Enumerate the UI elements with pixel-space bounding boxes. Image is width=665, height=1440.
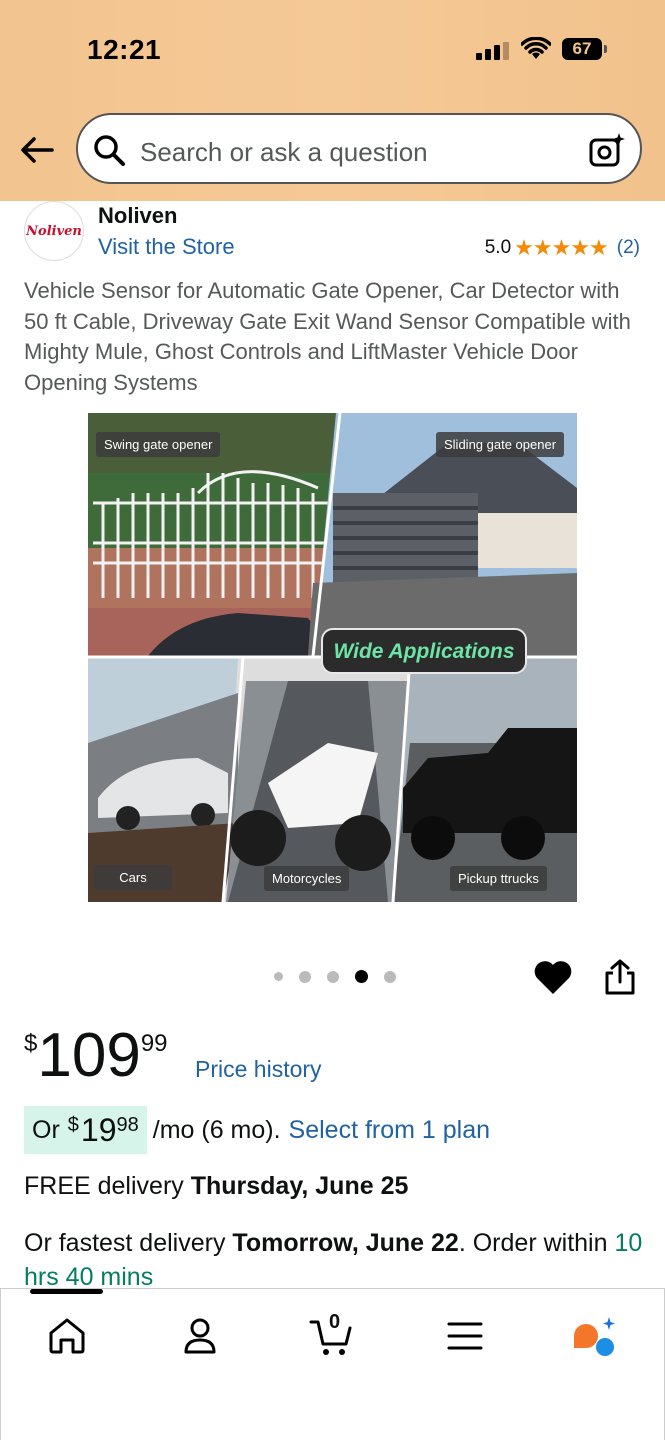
back-arrow-icon[interactable] bbox=[18, 130, 58, 170]
fastest-delivery-suffix: . Order bbox=[458, 1229, 537, 1257]
label-wide-applications: Wide Applications bbox=[321, 628, 527, 674]
rating-value: 5.0 bbox=[484, 237, 512, 258]
label-swing-gate: Swing gate opener bbox=[96, 432, 221, 457]
fastest-delivery-label: Or fastest delivery bbox=[24, 1229, 226, 1257]
carousel-dot[interactable] bbox=[299, 970, 311, 983]
carousel-dot[interactable] bbox=[384, 970, 396, 983]
product-title: Vehicle Sensor for Automatic Gate Opener… bbox=[24, 278, 631, 395]
monthly-suffix: /mo (6 mo). bbox=[152, 1115, 281, 1144]
fastest-delivery: Or fastest delivery Tomorrow, June 22. O… bbox=[24, 1226, 644, 1294]
carousel-dot-active[interactable] bbox=[355, 970, 368, 983]
visit-store-link[interactable]: Visit the Store bbox=[98, 234, 235, 260]
brand-name: Noliven bbox=[98, 203, 178, 228]
heart-icon[interactable] bbox=[533, 958, 573, 996]
monthly-payment: Or $ 19 98 /mo (6 mo). Select from 1 pla… bbox=[24, 1106, 644, 1154]
select-plan-link[interactable]: Select from 1 plan bbox=[289, 1116, 491, 1145]
battery-indicator: 67 bbox=[562, 38, 607, 60]
price-fraction: 99 bbox=[140, 1030, 168, 1057]
search-icon bbox=[94, 135, 125, 166]
free-delivery: FREE delivery Thursday, June 25 bbox=[24, 1172, 408, 1201]
wifi-icon bbox=[521, 37, 551, 59]
rating-stars: ★★★★★ bbox=[514, 235, 609, 260]
label-motorcycles: Motorcycles bbox=[264, 866, 350, 891]
search-input[interactable]: Search or ask a question bbox=[76, 113, 642, 184]
free-delivery-date: Thursday, June 25 bbox=[190, 1172, 409, 1200]
price-currency: $ bbox=[24, 1030, 38, 1057]
price-history-link[interactable]: Price history bbox=[195, 1056, 322, 1083]
camera-icon[interactable] bbox=[588, 131, 626, 169]
price-whole: 109 bbox=[37, 1021, 141, 1090]
rating-summary[interactable]: 5.0 ★★★★★ (2) bbox=[485, 235, 640, 261]
monthly-fraction: 98 bbox=[116, 1114, 139, 1136]
order-within-label: within bbox=[543, 1229, 608, 1257]
monthly-prefix: Or bbox=[32, 1115, 60, 1144]
price: $ 109 99 bbox=[24, 1022, 168, 1090]
product-image[interactable]: Swing gate opener Sliding gate opener Wi… bbox=[88, 413, 577, 902]
header-bar: 12:21 67 Search or ask a question bbox=[0, 0, 665, 201]
search-placeholder: Search or ask a question bbox=[140, 137, 428, 167]
share-icon[interactable] bbox=[603, 958, 637, 996]
carousel-dot[interactable] bbox=[274, 972, 283, 981]
cart-count: 0 bbox=[329, 1311, 341, 1333]
label-sliding-gate: Sliding gate opener bbox=[436, 432, 565, 457]
label-pickup-trucks: Pickup ttrucks bbox=[450, 866, 547, 891]
rating-count[interactable]: (2) bbox=[617, 237, 640, 259]
menu-icon[interactable] bbox=[443, 1314, 487, 1358]
carousel-dots[interactable] bbox=[274, 970, 396, 983]
account-icon[interactable] bbox=[178, 1314, 222, 1358]
monthly-price-badge: Or $ 19 98 bbox=[24, 1106, 147, 1154]
free-delivery-label: FREE delivery bbox=[24, 1172, 184, 1200]
rufus-icon[interactable] bbox=[571, 1314, 615, 1358]
monthly-currency: $ bbox=[67, 1114, 79, 1136]
store-logo[interactable]: Noliven bbox=[24, 201, 84, 261]
cell-signal-icon bbox=[476, 42, 510, 60]
monthly-whole: 19 bbox=[80, 1111, 117, 1148]
home-icon[interactable] bbox=[45, 1314, 89, 1358]
fastest-delivery-date: Tomorrow, June 22 bbox=[232, 1229, 459, 1257]
carousel-dot[interactable] bbox=[327, 970, 339, 983]
nav-active-indicator bbox=[30, 1289, 103, 1294]
status-time: 12:21 bbox=[87, 34, 162, 65]
label-cars: Cars bbox=[94, 865, 172, 890]
